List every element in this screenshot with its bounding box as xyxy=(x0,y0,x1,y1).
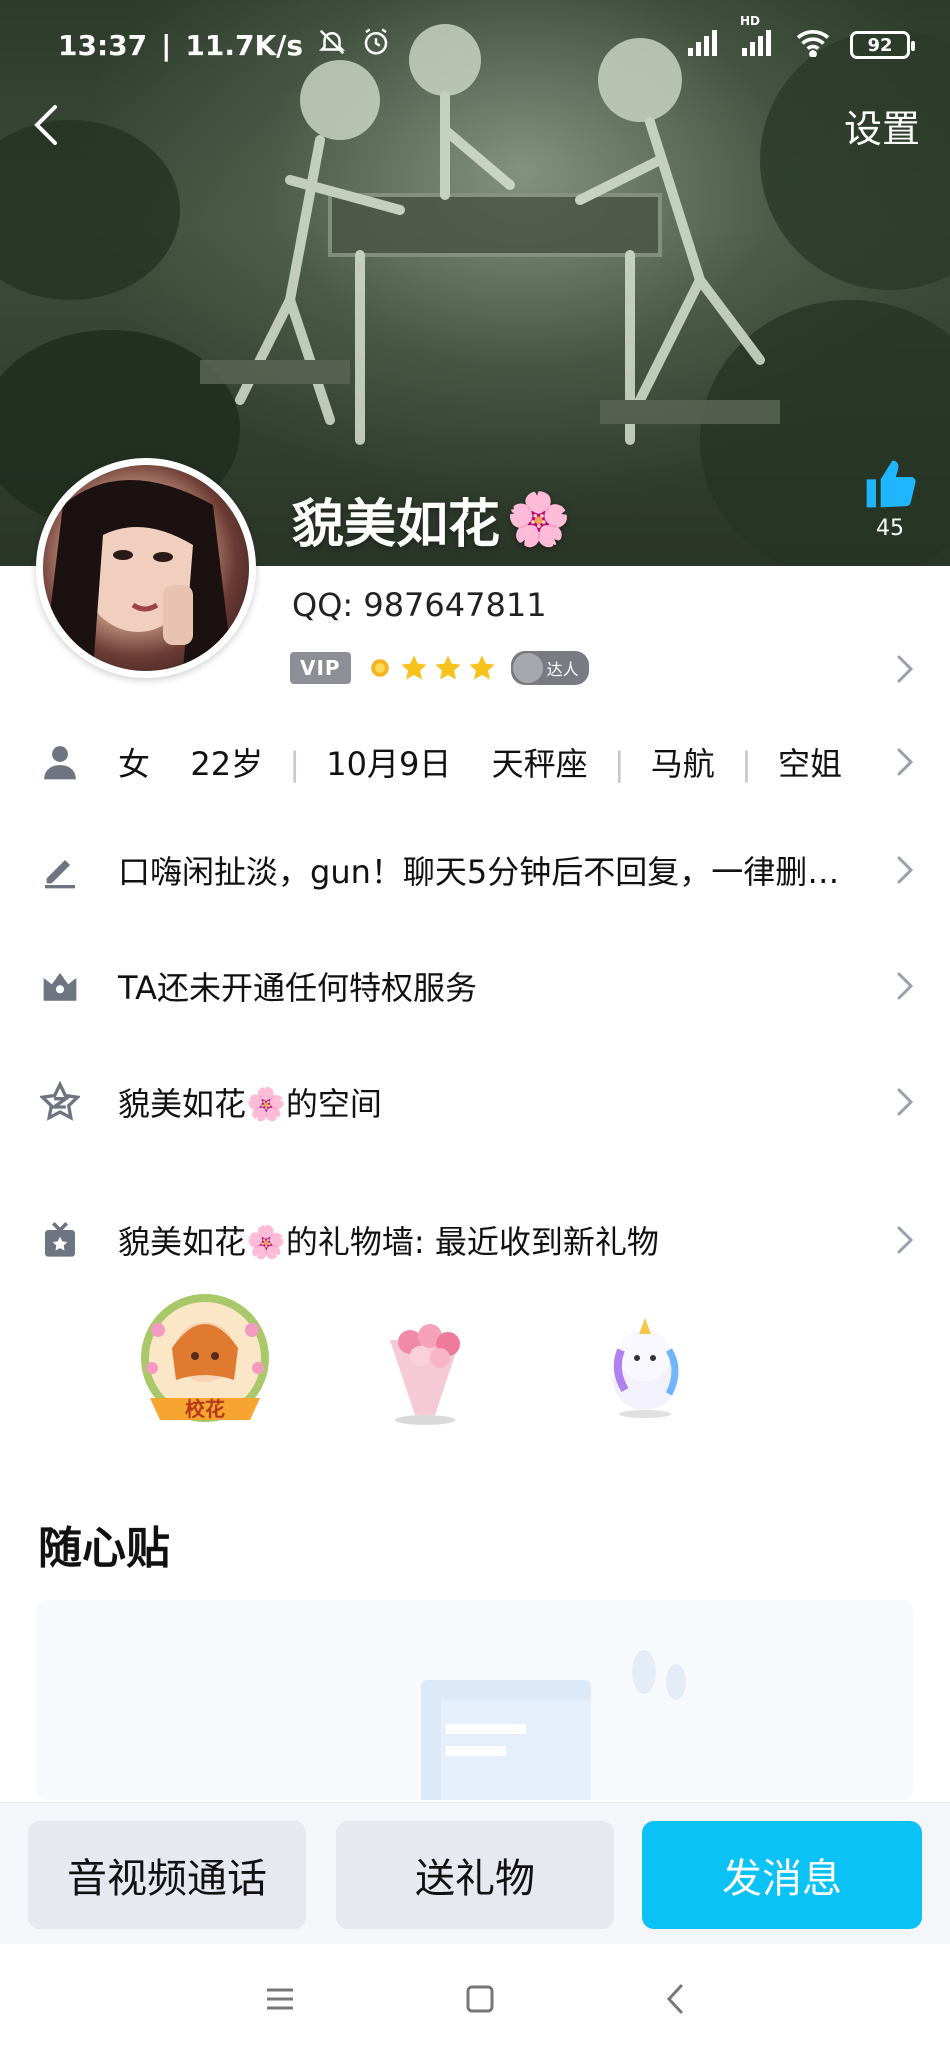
profile-nickname: 貌美如花 🌸 xyxy=(292,482,571,557)
level-icons xyxy=(365,653,497,683)
age-text: 22岁 xyxy=(190,745,264,783)
talent-icon xyxy=(512,653,543,683)
thumbs-up-icon xyxy=(866,460,916,508)
system-back-icon[interactable] xyxy=(665,1983,685,2019)
mute-bell-icon xyxy=(317,27,347,64)
talent-label: 达人 xyxy=(546,660,579,679)
system-nav-bar xyxy=(0,1944,950,2058)
battery-icon: 92 xyxy=(850,31,915,59)
space-owner-name: 貌美如花 xyxy=(118,1085,247,1123)
menu-icon[interactable] xyxy=(265,1986,295,2016)
avatar[interactable] xyxy=(36,458,256,678)
talent-badge: 达人 xyxy=(510,651,589,685)
gift-owner-name: 貌美如花 xyxy=(118,1223,247,1261)
gift-owner-emoji: 🌸 xyxy=(246,1223,286,1261)
wifi-icon xyxy=(794,27,832,64)
basic-info-row[interactable]: 女 22岁 | 10月9日 天秤座 | 马航 | 空姐 xyxy=(0,712,950,812)
status-bar: 13:37 | 11.7K/s HD 92 xyxy=(0,0,950,90)
gift-badge-label: 校花 xyxy=(185,1397,225,1421)
chevron-right-icon xyxy=(897,748,914,776)
privilege-text: TA还未开通任何特权服务 xyxy=(118,969,477,1007)
qzone-star-icon xyxy=(40,1081,80,1122)
like-button[interactable]: 45 xyxy=(860,458,920,541)
settings-button[interactable]: 设置 xyxy=(844,98,920,153)
chevron-right-icon xyxy=(897,1226,914,1254)
privilege-row[interactable]: TA还未开通任何特权服务 xyxy=(0,936,950,1036)
send-gift-button[interactable]: 送礼物 xyxy=(336,1821,614,1929)
separator: | xyxy=(740,745,752,783)
star-level-icon xyxy=(435,655,461,680)
chevron-right-icon xyxy=(897,972,914,1000)
zodiac-text: 天秤座 xyxy=(491,745,588,783)
send-message-button[interactable]: 发消息 xyxy=(642,1821,922,1929)
qq-number: QQ: 987647811 xyxy=(292,586,547,624)
signature-row[interactable]: 口嗨闲扯淡，gun！聊天5分钟后不回复，一律删… xyxy=(0,820,950,920)
battery-level: 92 xyxy=(867,34,893,56)
sun-level-icon xyxy=(370,659,389,677)
star-level-icon xyxy=(401,655,427,680)
gift-wall-text: 貌美如花🌸的礼物墙: 最近收到新礼物 xyxy=(118,1217,659,1263)
signature-text: 口嗨闲扯淡，gun！聊天5分钟后不回复，一律删… xyxy=(118,853,840,891)
separator: | xyxy=(613,745,625,783)
sticky-section-title: 随心贴 xyxy=(38,1523,170,1574)
gift-unicorn[interactable] xyxy=(570,1290,720,1440)
pencil-icon xyxy=(40,850,80,890)
vip-badge: VIP xyxy=(290,652,351,684)
status-divider: | xyxy=(161,28,172,62)
space-row[interactable]: 貌美如花🌸的空间 xyxy=(0,1052,950,1152)
status-speed: 11.7K/s xyxy=(185,28,304,62)
chevron-right-icon xyxy=(897,1088,914,1116)
alarm-icon xyxy=(361,27,391,64)
job-text: 空姐 xyxy=(777,745,842,783)
like-count: 45 xyxy=(876,516,904,541)
top-nav: 设置 xyxy=(0,90,950,160)
company-text: 马航 xyxy=(650,745,715,783)
nickname-emoji: 🌸 xyxy=(506,490,571,550)
gift-wall-suffix: 的礼物墙: 最近收到新礼物 xyxy=(285,1223,659,1261)
chevron-right-icon xyxy=(897,856,914,884)
avatar-portrait xyxy=(43,480,233,671)
call-button[interactable]: 音视频通话 xyxy=(28,1821,306,1929)
empty-notes-illustration xyxy=(421,1650,686,1800)
space-suffix: 的空间 xyxy=(285,1085,382,1123)
space-owner-emoji: 🌸 xyxy=(246,1085,286,1123)
signal-icon xyxy=(686,28,722,63)
gift-list: 校花 xyxy=(130,1290,720,1440)
hd-label: HD xyxy=(740,13,761,28)
nickname-text: 貌美如花 xyxy=(292,495,501,555)
separator: | xyxy=(289,745,301,783)
home-icon[interactable] xyxy=(465,1984,495,2018)
chevron-right-icon xyxy=(897,655,914,683)
badge-row[interactable]: VIP 达人 xyxy=(290,646,589,690)
gender-text: 女 xyxy=(118,745,151,783)
bottom-action-bar: 音视频通话 送礼物 发消息 xyxy=(0,1802,950,1944)
gift-box-icon xyxy=(40,1220,80,1260)
sticky-card[interactable] xyxy=(36,1600,914,1800)
space-text: 貌美如花🌸的空间 xyxy=(118,1079,382,1125)
signal-hd-icon: HD xyxy=(740,14,776,63)
person-icon xyxy=(40,742,80,782)
gift-bouquet[interactable] xyxy=(350,1290,500,1440)
star-level-icon xyxy=(469,655,495,680)
birthday-text: 10月9日 xyxy=(326,745,452,783)
status-time: 13:37 xyxy=(58,28,148,62)
basic-info-text: 女 22岁 | 10月9日 天秤座 | 马航 | 空姐 xyxy=(118,739,842,785)
back-button[interactable] xyxy=(26,100,66,150)
crown-icon xyxy=(40,966,80,1006)
back-arrow-icon xyxy=(34,105,57,145)
gift-school-belle[interactable]: 校花 xyxy=(130,1290,280,1440)
gift-wall-row[interactable]: 貌美如花🌸的礼物墙: 最近收到新礼物 xyxy=(0,1190,950,1290)
